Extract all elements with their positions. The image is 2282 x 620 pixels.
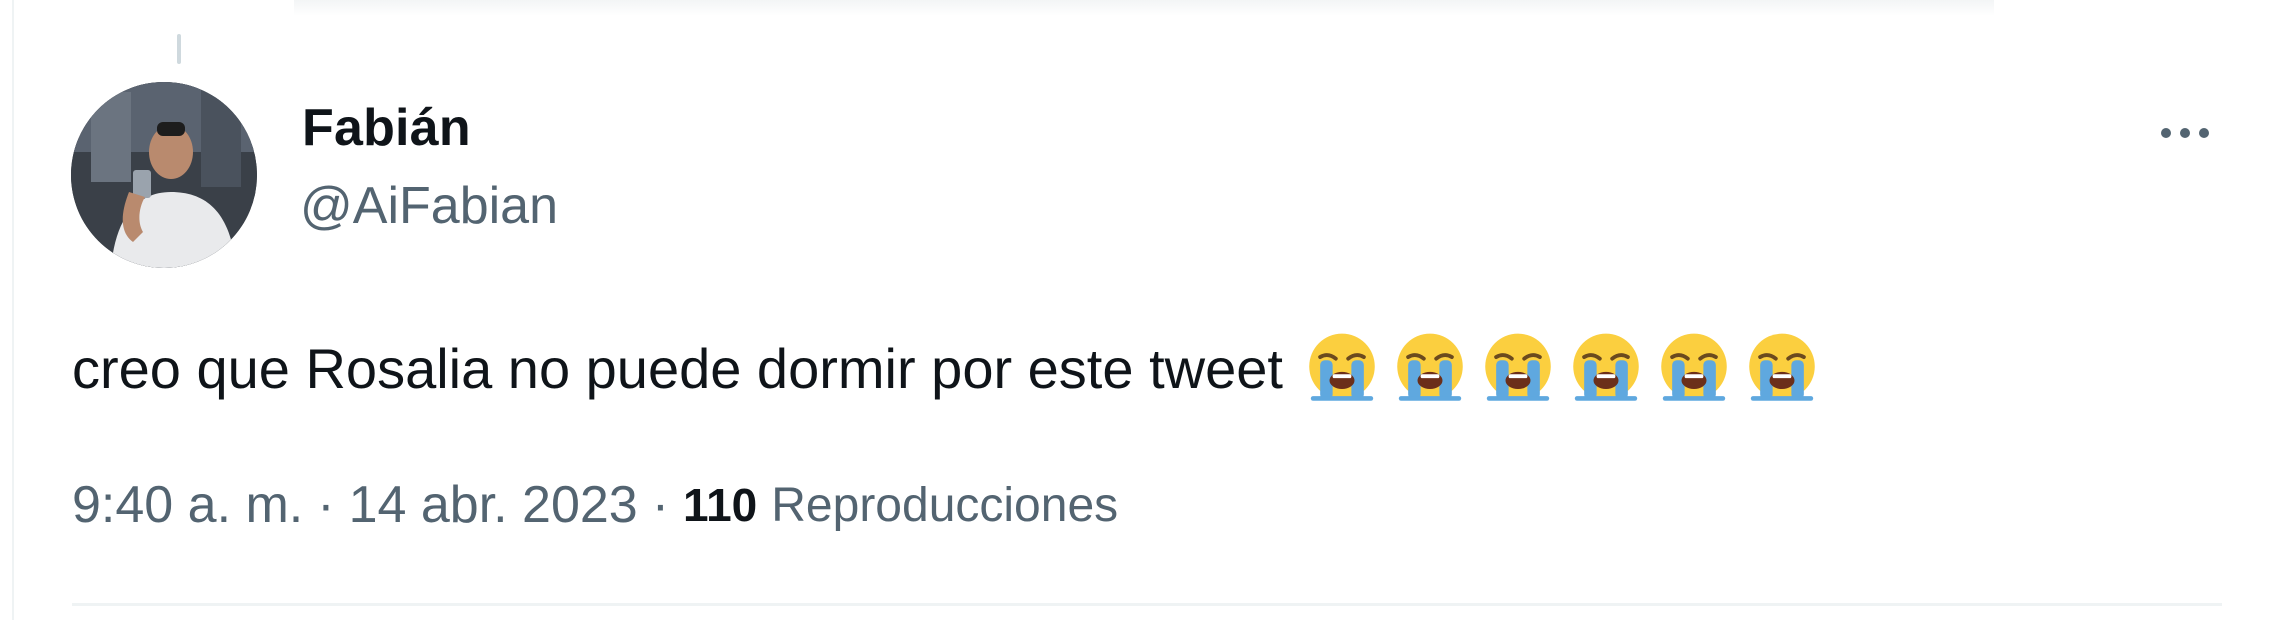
meta-separator: ·	[317, 476, 335, 534]
loudly-crying-face-icon	[1485, 333, 1551, 401]
tweet-divider	[72, 603, 2222, 606]
author-display-name[interactable]: Fabián	[302, 98, 471, 158]
more-options-button[interactable]	[2145, 108, 2225, 158]
more-horizontal-icon	[2199, 128, 2209, 138]
tweet-metadata: 9:40 a. m. · 14 abr. 2023 · 110 Reproduc…	[72, 470, 1118, 540]
loudly-crying-face-icon	[1661, 333, 1727, 401]
tweet-text: creo que Rosalia no puede dormir por est…	[72, 336, 1283, 400]
meta-separator: ·	[651, 476, 670, 534]
author-handle[interactable]: @AiFabian	[300, 176, 558, 236]
views-count: 110	[683, 479, 758, 531]
author-avatar[interactable]	[71, 82, 257, 268]
tweet-body: creo que Rosalia no puede dormir por est…	[72, 328, 1821, 408]
previous-tweet-edge	[294, 0, 1994, 16]
loudly-crying-face-icon	[1309, 333, 1375, 401]
more-horizontal-icon	[2180, 128, 2190, 138]
emoji-group	[1303, 329, 1821, 407]
loudly-crying-face-icon	[1749, 333, 1815, 401]
loudly-crying-face-icon	[1397, 333, 1463, 401]
thread-connector-line	[177, 34, 181, 64]
views-label: Reproducciones	[771, 478, 1119, 532]
profile-photo-icon	[71, 82, 257, 268]
loudly-crying-face-icon	[1573, 333, 1639, 401]
tweet-date[interactable]: 14 abr. 2023	[349, 475, 638, 535]
tweet-time[interactable]: 9:40 a. m.	[72, 475, 303, 535]
more-horizontal-icon	[2161, 128, 2171, 138]
